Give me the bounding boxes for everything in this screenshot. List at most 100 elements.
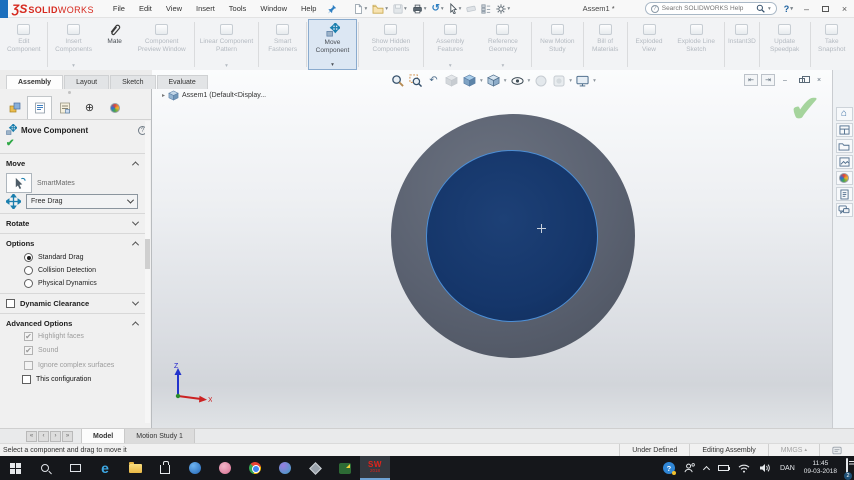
app-sphere[interactable] <box>270 456 300 480</box>
ribbon-button-exploded-view[interactable]: Exploded View <box>629 19 670 70</box>
undo-button[interactable]: ↺ ▾ <box>431 3 445 15</box>
panel-scrollbar[interactable] <box>145 121 150 423</box>
ribbon-button-assembly-features[interactable]: Assembly Features ▾ <box>425 19 476 70</box>
ribbon-button-smart-fasteners[interactable]: Smart Fasteners <box>260 19 305 70</box>
new-dropdown-icon[interactable]: ▾ <box>364 6 367 12</box>
ribbon-button-mate[interactable]: Mate <box>99 19 131 70</box>
undo-dropdown-icon[interactable]: ▾ <box>441 6 444 12</box>
file-explorer-icon[interactable] <box>835 139 853 153</box>
hide-show-items-icon[interactable] <box>510 73 525 88</box>
ribbon-button-take-snapshot[interactable]: Take Snapshot <box>811 19 852 70</box>
checkbox-icon[interactable]: ✔ <box>24 346 33 355</box>
radio-collision-detection[interactable]: Collision Detection <box>24 266 96 275</box>
view-settings-dropdown-icon[interactable]: ▾ <box>593 78 596 84</box>
language-indicator[interactable]: DAN <box>780 465 795 472</box>
tab-dimxpert-manager[interactable]: ⊕ <box>77 96 102 119</box>
linear-pattern-dropdown-icon[interactable]: ▾ <box>225 63 228 69</box>
previous-view-icon[interactable]: ↶ <box>426 73 441 88</box>
app-green[interactable] <box>330 456 360 480</box>
last-tab-button[interactable]: » <box>62 430 73 442</box>
radio-icon[interactable] <box>24 253 33 262</box>
component-inner-part[interactable] <box>426 150 598 322</box>
open-document-button[interactable]: ▾ <box>371 3 389 15</box>
move-section-header[interactable]: Move <box>0 156 146 170</box>
panel-splitter-grip[interactable] <box>68 91 71 94</box>
people-icon[interactable] <box>684 463 695 473</box>
confirmation-corner-ok[interactable]: ✔ <box>790 88 820 130</box>
rotate-section-header[interactable]: Rotate <box>0 216 146 230</box>
graphics-viewport[interactable]: ✔ ↶ ▾ ▾ ▾ ▾ ▾ ▸ Assem1 (Default<Display.… <box>152 70 832 428</box>
select-tool-button[interactable]: ▾ <box>448 2 463 15</box>
design-library-icon[interactable] <box>835 123 853 137</box>
zoom-to-area-icon[interactable] <box>408 73 423 88</box>
chrome-app[interactable] <box>240 456 270 480</box>
ribbon-button-move-component[interactable]: Move Component ▾ <box>307 19 358 70</box>
app-diamond[interactable] <box>300 456 330 480</box>
doc-close-button[interactable]: × <box>812 74 826 86</box>
pane-left-icon[interactable]: ⇤ <box>744 74 758 86</box>
menu-tools[interactable]: Tools <box>222 0 254 17</box>
file-explorer-app[interactable] <box>120 456 150 480</box>
clock[interactable]: 11:45 09-03-2018 <box>804 460 837 476</box>
print-button[interactable]: ▾ <box>411 3 428 15</box>
hide-show-dropdown-icon[interactable]: ▾ <box>528 78 531 84</box>
battery-icon[interactable] <box>717 465 731 471</box>
checkbox-icon[interactable] <box>22 375 31 384</box>
tab-configuration-manager[interactable] <box>52 96 77 119</box>
dynamic-clearance-checkbox[interactable] <box>6 298 15 308</box>
ribbon-button-linear-component-pattern[interactable]: Linear Component Pattern ▾ <box>195 19 257 70</box>
app-pink-circle[interactable] <box>210 456 240 480</box>
home-icon[interactable]: ⌂ <box>835 107 853 121</box>
search-input[interactable] <box>661 5 753 12</box>
wifi-icon[interactable] <box>738 464 750 473</box>
ribbon-button-edit-component[interactable]: Edit Component <box>2 19 46 70</box>
properties-button[interactable] <box>480 3 492 15</box>
view-orientation-dropdown-icon[interactable]: ▾ <box>480 78 483 84</box>
ribbon-button-reference-geometry[interactable]: Reference Geometry ▾ <box>476 19 531 70</box>
tab-sketch[interactable]: Sketch <box>110 75 156 89</box>
open-dropdown-icon[interactable]: ▾ <box>385 6 388 12</box>
menu-insert[interactable]: Insert <box>189 0 222 17</box>
display-style-dropdown-icon[interactable]: ▾ <box>504 78 507 84</box>
tab-display-manager[interactable] <box>102 96 127 119</box>
taskbar-search-button[interactable] <box>30 456 60 480</box>
radio-physical-dynamics[interactable]: Physical Dynamics <box>24 279 97 288</box>
tab-layout[interactable]: Layout <box>64 75 110 89</box>
first-tab-button[interactable]: « <box>26 430 37 442</box>
edit-appearance-icon[interactable] <box>533 73 548 88</box>
menu-window[interactable]: Window <box>253 0 294 17</box>
tray-help-icon[interactable]: ? <box>662 462 676 475</box>
check-sound[interactable]: ✔ Sound <box>24 346 58 355</box>
restore-button[interactable] <box>816 0 835 18</box>
menu-edit[interactable]: Edit <box>132 0 159 17</box>
ribbon-button-show-hidden-components[interactable]: Show Hidden Components <box>360 19 422 70</box>
feature-tree-root[interactable]: ▸ Assem1 (Default<Display... <box>162 90 266 101</box>
tab-evaluate[interactable]: Evaluate <box>156 75 208 89</box>
store-app[interactable] <box>150 456 180 480</box>
display-style-icon[interactable] <box>486 73 501 88</box>
help-dropdown-icon[interactable]: ▾ <box>790 6 793 12</box>
drag-mode-select[interactable]: Free Drag <box>26 194 138 209</box>
solidworks-app-active[interactable]: SW 2018 <box>360 456 390 480</box>
dynamic-clearance-header[interactable]: Dynamic Clearance <box>0 296 146 310</box>
scrollbar-thumb[interactable] <box>145 239 150 269</box>
pin-menu-icon[interactable] <box>327 4 337 14</box>
select-dropdown-icon[interactable]: ▾ <box>459 6 462 12</box>
forum-icon[interactable] <box>835 203 853 217</box>
options-dropdown-icon[interactable]: ▾ <box>507 6 510 12</box>
next-tab-button[interactable]: › <box>50 430 61 442</box>
advanced-options-header[interactable]: Advanced Options <box>0 316 146 330</box>
task-view-button[interactable] <box>60 456 90 480</box>
app-blue-circle[interactable] <box>180 456 210 480</box>
ribbon-button-explode-line-sketch[interactable]: Explode Line Sketch <box>669 19 723 70</box>
save-button[interactable]: ▾ <box>392 3 408 15</box>
options-section-header[interactable]: Options <box>0 236 146 250</box>
eraser-button[interactable] <box>465 3 477 14</box>
ribbon-button-update-speedpak[interactable]: Update Speedpak <box>761 19 809 70</box>
view-orientation-icon[interactable] <box>462 73 477 88</box>
checkbox-icon[interactable]: ✔ <box>24 332 33 341</box>
show-hidden-icons-chevron[interactable] <box>702 465 711 473</box>
doc-restore-button[interactable] <box>795 74 810 86</box>
radio-icon[interactable] <box>24 279 33 288</box>
doc-minimize-button[interactable]: – <box>778 74 792 86</box>
